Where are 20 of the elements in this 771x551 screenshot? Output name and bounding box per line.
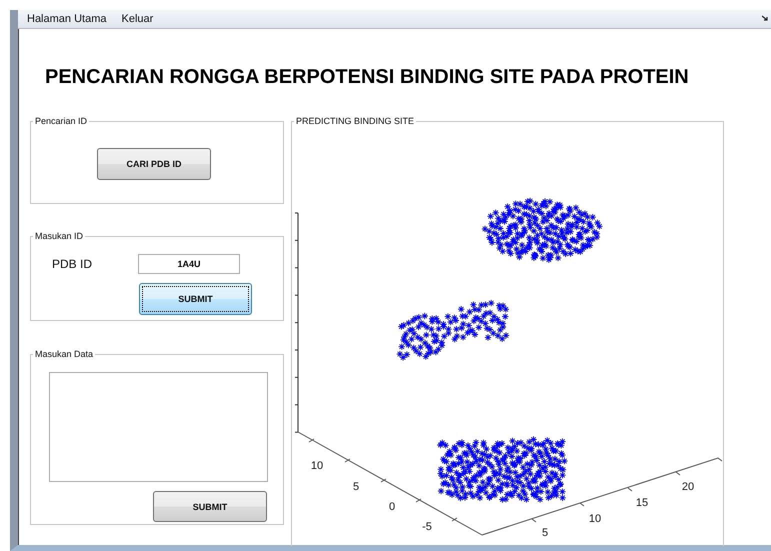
page-title: PENCARIAN RONGGA BERPOTENSI BINDING SITE PADA PROTEIN [44, 66, 690, 89]
tick-label: 0 [388, 501, 396, 513]
tick-label: 15 [636, 497, 648, 509]
tick-label: 5 [352, 481, 360, 493]
tick-label: 10 [588, 513, 602, 525]
field-label: PDB ID [52, 257, 94, 271]
menu-item[interactable]: Halaman Utama [27, 13, 106, 25]
submit-button[interactable]: CARI PDB ID [97, 148, 211, 180]
submit-button[interactable]: SUBMIT [139, 283, 252, 315]
panel-title: Masukan ID [34, 231, 84, 241]
tick-label: 20 [682, 481, 694, 493]
menu-item[interactable]: Keluar [121, 13, 154, 25]
input-field[interactable]: 1A4U [138, 254, 240, 274]
panel-title: Masukan Data [34, 349, 94, 359]
plot-title: PREDICTING BINDING SITE [295, 116, 416, 126]
tick-label: -5 [422, 521, 432, 533]
panel-title: Pencarian ID [34, 116, 88, 126]
submit-button[interactable]: SUBMIT [153, 491, 267, 522]
tick-label: 10 [310, 460, 324, 472]
tick-label: 5 [542, 527, 548, 539]
